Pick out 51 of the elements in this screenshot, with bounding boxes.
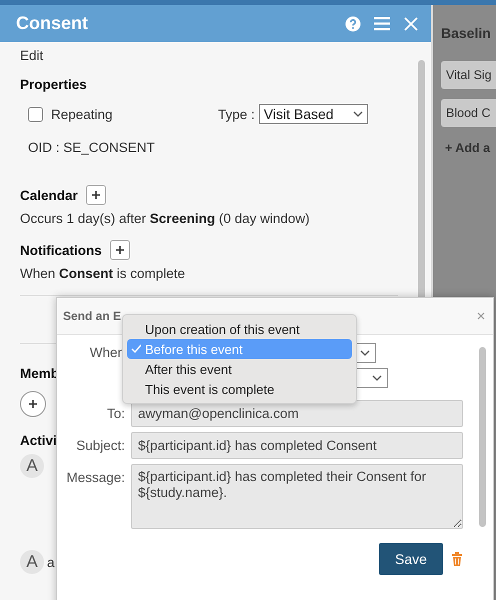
menu-item[interactable]: After this event xyxy=(127,359,352,379)
section-heading: Activi xyxy=(20,433,57,448)
help-icon xyxy=(345,16,361,32)
field-label: Message: xyxy=(66,470,125,485)
column-title: Baselin xyxy=(441,25,491,41)
message-field[interactable]: ${participant.id} has completed their Consent for ${study.name}. xyxy=(131,464,463,529)
section-heading: Calendar xyxy=(20,188,78,202)
section-heading: Properties xyxy=(20,77,87,92)
field-label: To: xyxy=(106,406,125,421)
panel-title: Consent xyxy=(16,13,88,34)
field-label: Type : xyxy=(218,106,255,122)
input-field[interactable]: awyman@openclinica.com xyxy=(131,400,463,427)
menu-icon xyxy=(373,15,391,32)
add-button[interactable] xyxy=(110,240,130,260)
oid-text: OID : SE_CONSENT xyxy=(28,140,156,155)
plus-icon xyxy=(90,190,101,200)
menu-button[interactable] xyxy=(373,15,391,32)
edit-link[interactable]: Edit xyxy=(20,48,398,63)
add-link[interactable]: + Add a xyxy=(445,141,490,155)
add-member-button[interactable] xyxy=(20,391,46,417)
delete-button[interactable] xyxy=(451,552,463,566)
dialog-title: Send an E xyxy=(63,309,122,323)
menu-item[interactable]: This event is complete xyxy=(127,379,352,399)
type-select[interactable]: Visit Based xyxy=(258,104,368,124)
event-card[interactable]: Vital Sig xyxy=(441,61,496,89)
field-label: Subject: xyxy=(76,438,125,453)
description-text: Occurs 1 day(s) after Screening (0 day window) xyxy=(20,211,311,226)
avatar: A xyxy=(20,454,44,478)
save-button[interactable]: Save xyxy=(379,543,443,575)
help-button[interactable] xyxy=(345,16,361,32)
checkbox-label: Repeating xyxy=(51,106,113,122)
close-button[interactable] xyxy=(477,312,485,320)
avatar: A xyxy=(20,550,44,574)
checkbox[interactable] xyxy=(28,106,43,122)
close-icon xyxy=(477,312,485,320)
add-button[interactable] xyxy=(86,185,106,205)
plus-icon xyxy=(28,399,38,409)
section-heading: Notifications xyxy=(20,242,102,258)
trash-icon xyxy=(451,552,463,566)
menu-item[interactable]: Upon creation of this event xyxy=(127,319,352,339)
chevron-icon xyxy=(352,111,363,117)
activity-text: a xyxy=(47,554,55,570)
scrollbar[interactable] xyxy=(479,347,486,527)
chevron-icon xyxy=(360,350,370,356)
event-card[interactable]: Blood C xyxy=(441,99,496,127)
input-field[interactable]: ${participant.id} has completed Consent xyxy=(131,432,463,459)
close-icon xyxy=(403,16,419,32)
chevron-icon xyxy=(372,375,382,381)
description-text: When Consent is complete xyxy=(20,266,186,281)
plus-icon xyxy=(114,245,125,255)
check-icon xyxy=(131,344,141,354)
